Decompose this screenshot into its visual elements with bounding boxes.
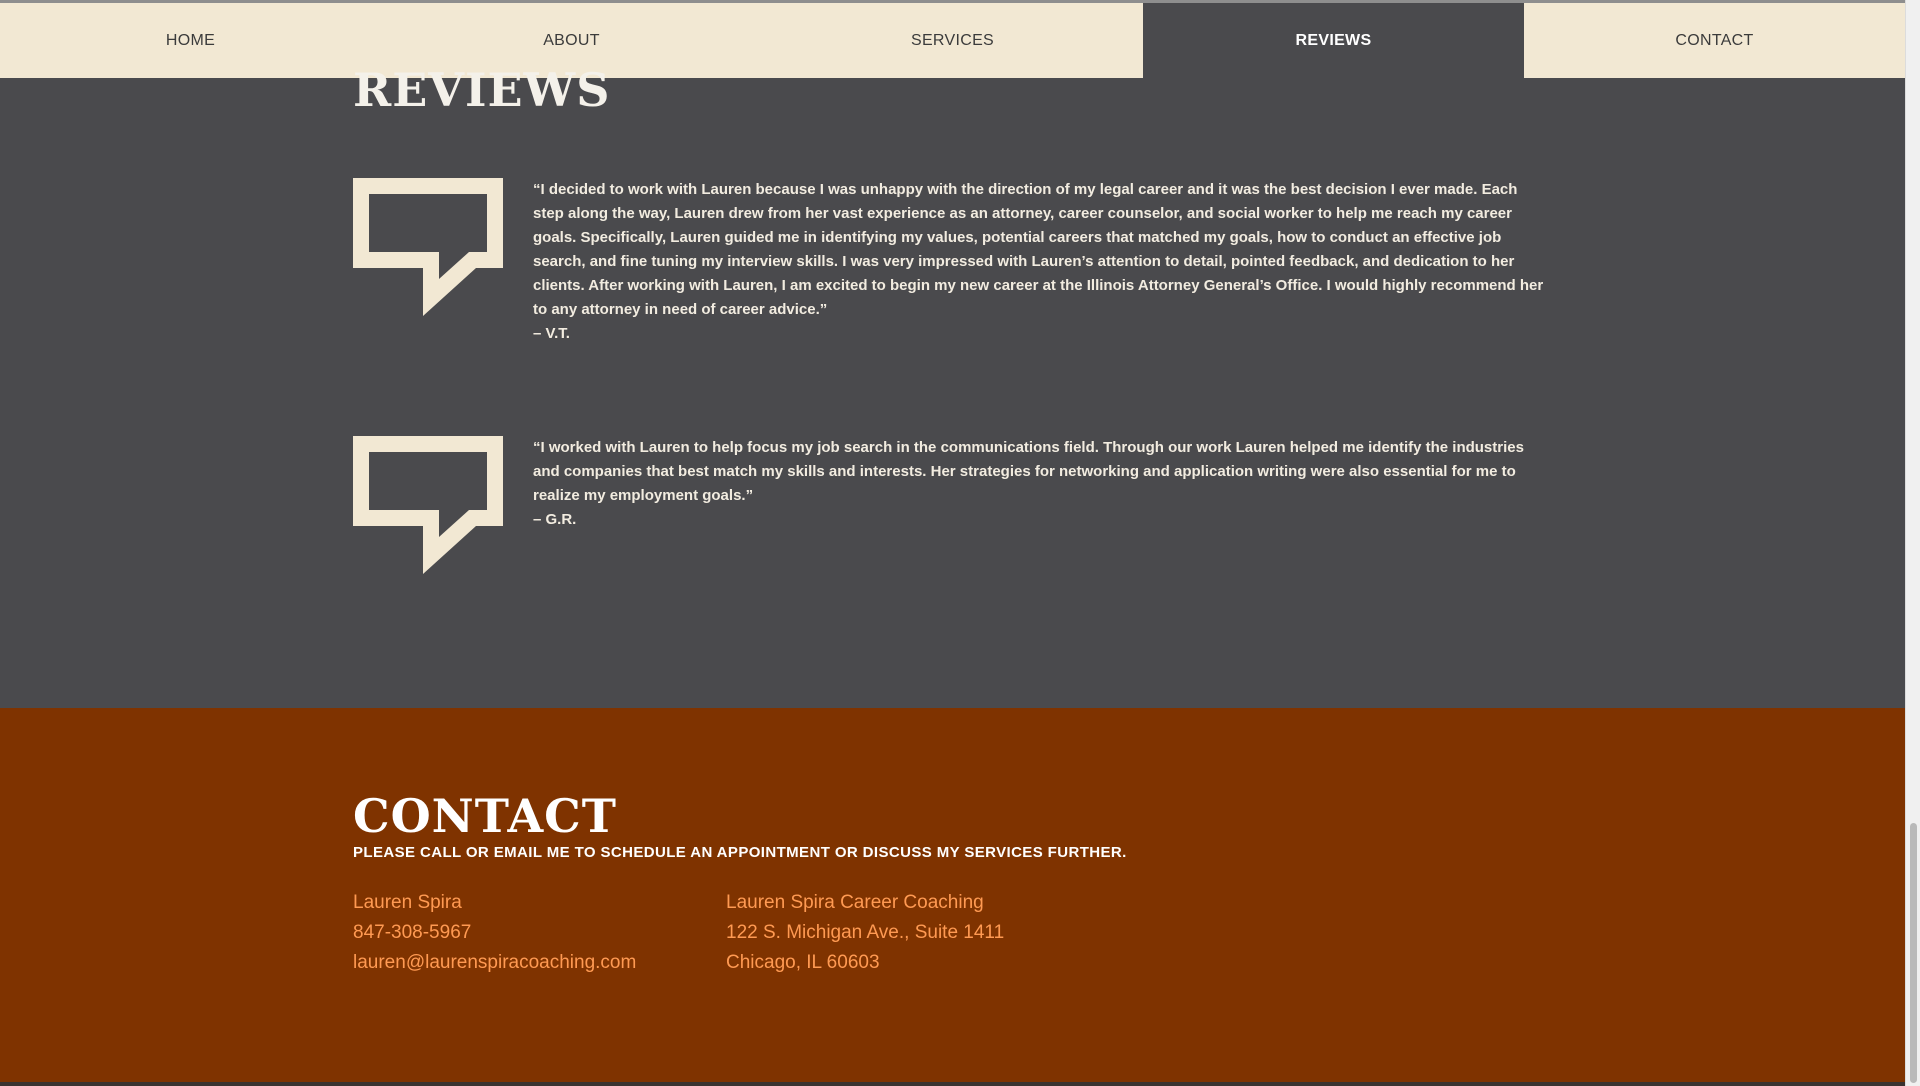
contact-address-line2: Chicago, IL 60603 (726, 952, 880, 973)
speech-bubble-icon (353, 178, 503, 316)
review-text: “I worked with Lauren to help focus my j… (533, 436, 1548, 532)
review-quote: “I decided to work with Lauren because I… (533, 181, 1544, 318)
reviews-section: REVIEWS “I decided to work with Lauren b… (0, 63, 1905, 708)
contact-subtitle: PLEASE CALL OR EMAIL ME TO SCHEDULE AN A… (353, 844, 1127, 861)
contact-address-line1: 122 S. Michigan Ave., Suite 1411 (726, 922, 1005, 943)
contact-phone-link[interactable]: 847-308-5967 (353, 918, 636, 948)
contact-section: CONTACT PLEASE CALL OR EMAIL ME TO SCHED… (0, 708, 1905, 1082)
scrollbar-thumb[interactable] (1910, 823, 1917, 1083)
main-nav: HOME ABOUT SERVICES REVIEWS CONTACT (0, 3, 1905, 78)
nav-services[interactable]: SERVICES (762, 3, 1143, 78)
contact-personal: Lauren Spira 847-308-5967 lauren@laurens… (353, 888, 636, 978)
contact-business: Lauren Spira Career Coaching 122 S. Mich… (726, 888, 1004, 978)
nav-home[interactable]: HOME (0, 3, 381, 78)
vertical-scrollbar[interactable] (1905, 0, 1920, 1086)
review-author: – V.T. (533, 325, 570, 342)
nav-reviews[interactable]: REVIEWS (1143, 3, 1524, 78)
review-author: – G.R. (533, 511, 577, 528)
nav-contact[interactable]: CONTACT (1524, 3, 1905, 78)
contact-name: Lauren Spira (353, 892, 462, 913)
bottom-strip (0, 1082, 1905, 1086)
contact-heading: CONTACT (353, 789, 617, 843)
speech-bubble-icon (353, 436, 503, 574)
contact-business-name: Lauren Spira Career Coaching (726, 892, 984, 913)
reviews-heading: REVIEWS (353, 63, 611, 117)
review-quote: “I worked with Lauren to help focus my j… (533, 439, 1524, 504)
review-text: “I decided to work with Lauren because I… (533, 178, 1548, 346)
contact-email-link[interactable]: lauren@laurenspiracoaching.com (353, 948, 636, 978)
page: HOME ABOUT SERVICES REVIEWS CONTACT REVI… (0, 0, 1905, 1086)
